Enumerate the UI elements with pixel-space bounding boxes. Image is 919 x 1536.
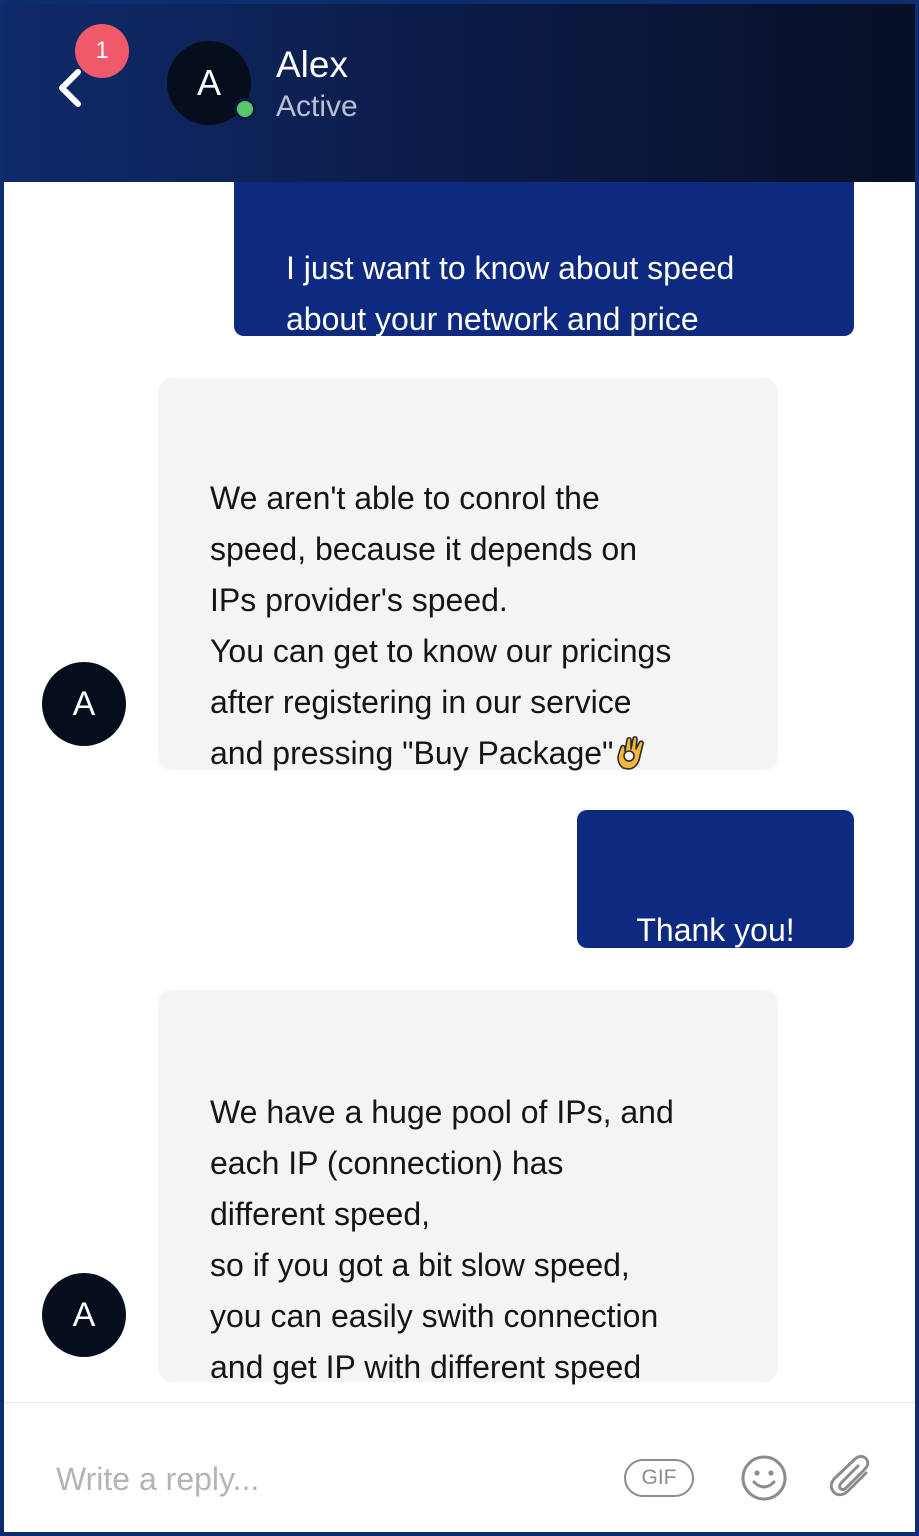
ok-hand-emoji (615, 734, 645, 785)
message-text: I just want to know about speed about yo… (286, 250, 735, 337)
message-incoming[interactable]: We have a huge pool of IPs, and each IP … (158, 990, 778, 1385)
emoji-button[interactable] (740, 1454, 788, 1502)
chevron-left-icon (59, 69, 81, 107)
sender-avatar[interactable]: A (42, 662, 126, 746)
message-outgoing[interactable]: Thank you! (577, 810, 854, 948)
composer: GIF (4, 1402, 915, 1532)
chat-window: 1 A Alex Active I just want to know abou… (0, 0, 919, 1536)
message-text: Thank you! (636, 912, 795, 948)
message-outgoing[interactable]: I just want to know about speed about yo… (234, 182, 854, 337)
message-list[interactable]: I just want to know about speed about yo… (4, 182, 915, 1402)
online-status-dot (234, 98, 256, 120)
chat-header: 1 A Alex Active (4, 4, 915, 182)
smiley-icon (741, 1455, 787, 1501)
attach-button[interactable] (828, 1453, 876, 1503)
message-text: We aren't able to conrol the speed, beca… (210, 480, 672, 771)
notification-badge: 1 (75, 24, 129, 78)
contact-status: Active (276, 90, 358, 123)
contact-name[interactable]: Alex (276, 44, 348, 86)
sender-avatar[interactable]: A (42, 1273, 126, 1357)
paperclip-icon (829, 1455, 870, 1497)
gif-button[interactable]: GIF (624, 1459, 694, 1497)
message-text: We have a huge pool of IPs, and each IP … (210, 1094, 674, 1385)
message-incoming[interactable]: We aren't able to conrol the speed, beca… (158, 378, 778, 771)
reply-input[interactable] (54, 1443, 578, 1515)
